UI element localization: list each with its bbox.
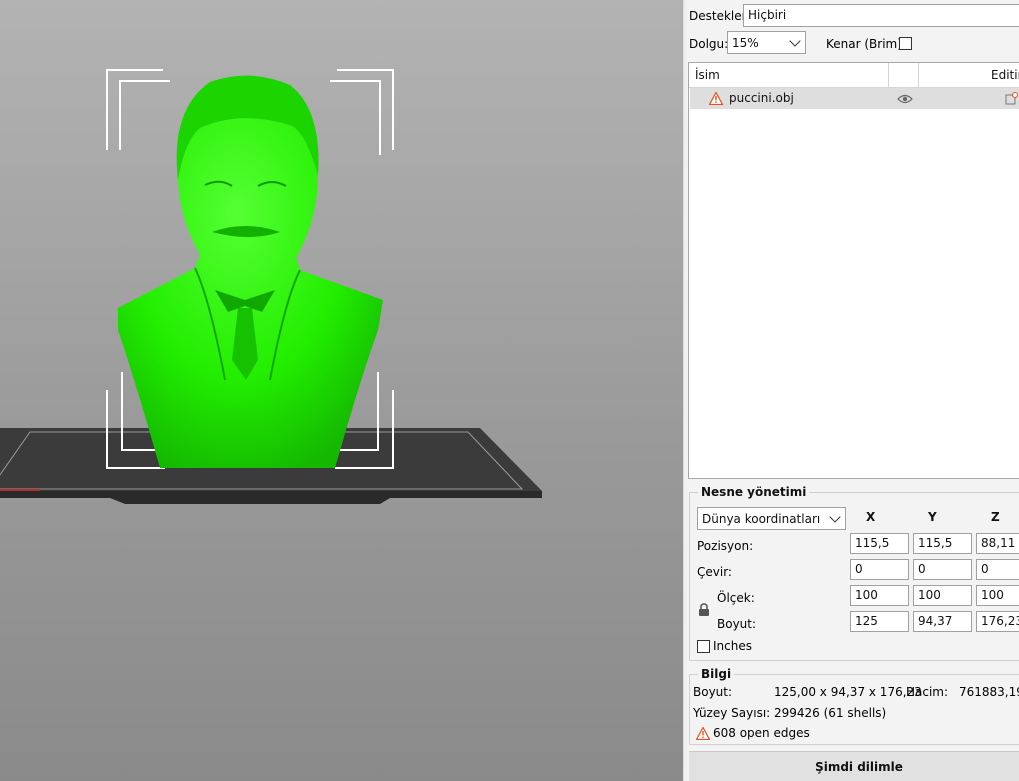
info-size-label: Boyut:: [693, 685, 733, 699]
chevron-down-icon: [829, 511, 841, 523]
info-volume-value: 761883,19: [959, 685, 1019, 699]
position-x-field[interactable]: 115,5: [850, 533, 909, 554]
size-z-field[interactable]: 176,23: [976, 611, 1019, 632]
rotation-x-field[interactable]: 0: [850, 559, 909, 580]
warning-icon: [709, 92, 723, 105]
model-bust[interactable]: [118, 75, 383, 468]
column-separator: [888, 63, 889, 87]
edit-settings-icon[interactable]: [1005, 92, 1019, 106]
coordinate-system-combo[interactable]: Dünya koordinatları: [697, 507, 846, 530]
column-editing[interactable]: Editin: [991, 68, 1019, 82]
info-size-value: 125,00 x 94,37 x 176,23: [774, 685, 922, 699]
settings-panel: Destekler: Hiçbiri Dolgu: 15% Kenar (Bri…: [687, 0, 1019, 781]
inches-checkbox[interactable]: [697, 640, 710, 653]
size-label: Boyut:: [717, 617, 757, 631]
infill-combo[interactable]: 15%: [727, 31, 806, 54]
warning-icon: [696, 727, 710, 740]
supports-label: Destekler:: [689, 9, 751, 23]
object-manipulation-title: Nesne yönetimi: [701, 485, 807, 499]
brim-checkbox[interactable]: [899, 37, 912, 50]
position-label: Pozisyon:: [697, 539, 754, 553]
position-z-field[interactable]: 88,11: [976, 533, 1019, 554]
info-facets-label: Yüzey Sayısı:: [693, 706, 771, 720]
eye-icon[interactable]: [897, 94, 913, 104]
list-item[interactable]: puccini.obj: [690, 88, 1019, 109]
column-name[interactable]: İsim: [695, 68, 720, 82]
infill-label: Dolgu:: [689, 37, 729, 51]
scale-label: Ölçek:: [717, 591, 755, 605]
object-list-header: İsim Editin: [689, 63, 1019, 88]
3d-viewport[interactable]: [0, 0, 683, 781]
size-x-field[interactable]: 125: [850, 611, 909, 632]
info-title: Bilgi: [701, 667, 732, 681]
infill-value: 15%: [732, 36, 759, 50]
info-volume-label: Hacim:: [906, 685, 949, 699]
scale-y-field[interactable]: 100: [913, 585, 972, 606]
object-list[interactable]: İsim Editin puccini.obj: [688, 62, 1019, 479]
supports-value: Hiçbiri: [748, 8, 787, 22]
rotation-y-field[interactable]: 0: [913, 559, 972, 580]
rotation-z-field[interactable]: 0: [976, 559, 1019, 580]
scale-x-field[interactable]: 100: [850, 585, 909, 606]
slice-now-button[interactable]: Şimdi dilimle: [689, 751, 1019, 781]
chevron-down-icon: [789, 35, 801, 47]
axis-z-label: Z: [991, 510, 1000, 524]
size-y-field[interactable]: 94,37: [913, 611, 972, 632]
info-facets-value: 299426 (61 shells): [774, 706, 887, 720]
scale-z-field[interactable]: 100: [976, 585, 1019, 606]
column-separator: [918, 63, 919, 87]
supports-combo[interactable]: Hiçbiri: [743, 4, 1019, 27]
lock-icon[interactable]: [698, 603, 710, 617]
rotation-label: Çevir:: [697, 565, 732, 579]
coordinate-system-value: Dünya koordinatları: [702, 512, 821, 526]
object-name: puccini.obj: [729, 91, 794, 105]
brim-label: Kenar (Brim):: [826, 37, 906, 51]
scene: [0, 69, 542, 504]
axis-y-label: Y: [928, 510, 937, 524]
axis-x-label: X: [866, 510, 876, 524]
inches-label: Inches: [713, 639, 752, 653]
position-y-field[interactable]: 115,5: [913, 533, 972, 554]
open-edges-warning: 608 open edges: [713, 726, 810, 740]
